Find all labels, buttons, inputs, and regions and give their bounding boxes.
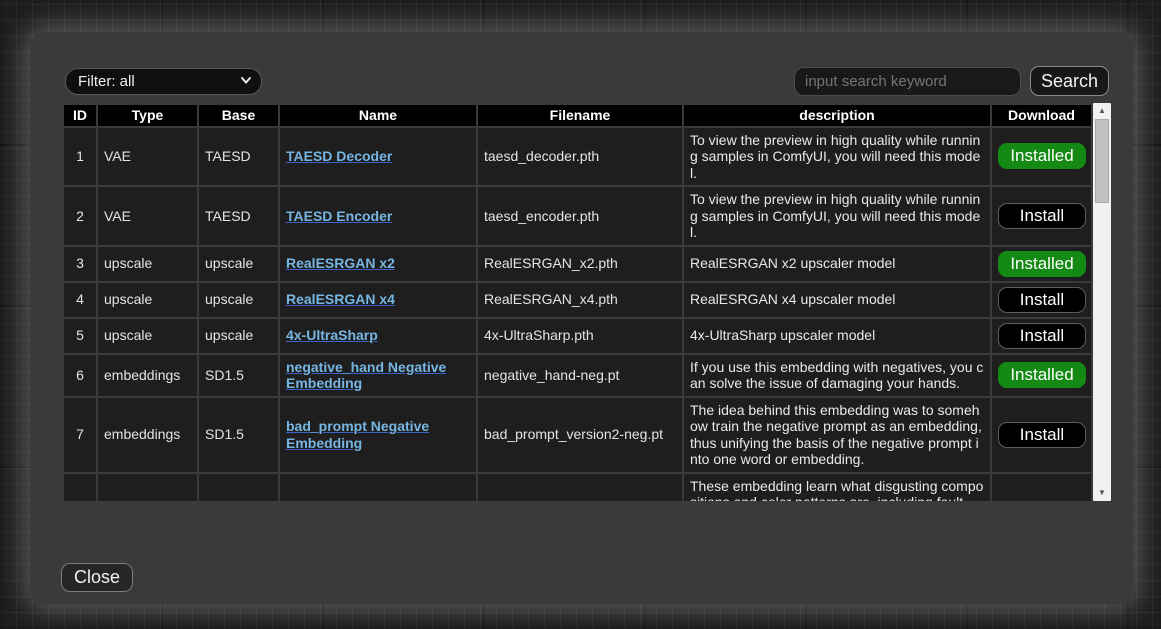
cell-description: 4x-UltraSharp upscaler model bbox=[684, 319, 990, 353]
cell-id: 5 bbox=[64, 319, 96, 353]
cell-download: Install bbox=[992, 187, 1091, 245]
cell-id: 4 bbox=[64, 283, 96, 317]
cell-name: RealESRGAN x4 bbox=[280, 283, 476, 317]
cell-description: RealESRGAN x4 upscaler model bbox=[684, 283, 990, 317]
cell-filename: taesd_encoder.pth bbox=[478, 187, 682, 245]
cell-name: 4x-UltraSharp bbox=[280, 319, 476, 353]
cell-filename: RealESRGAN_x2.pth bbox=[478, 247, 682, 281]
search-button[interactable]: Search bbox=[1030, 66, 1109, 96]
scrollbar-down-arrow-icon[interactable]: ▼ bbox=[1093, 486, 1111, 500]
table-row: 2 VAE TAESD TAESD Encoder taesd_encoder.… bbox=[64, 187, 1091, 245]
cell-filename: RealESRGAN_x4.pth bbox=[478, 283, 682, 317]
close-button[interactable]: Close bbox=[61, 563, 133, 592]
cell-base: SD1.5 bbox=[199, 398, 278, 472]
cell-base: upscale bbox=[199, 283, 278, 317]
table-header-row: ID Type Base Name Filename description D… bbox=[64, 105, 1091, 126]
installed-button[interactable]: Installed bbox=[998, 362, 1086, 388]
model-name-link[interactable]: TAESD Decoder bbox=[286, 148, 392, 164]
cell-filename: bad_prompt_version2-neg.pt bbox=[478, 398, 682, 472]
install-button[interactable]: Install bbox=[998, 323, 1086, 349]
cell-description: These embedding learn what disgusting co… bbox=[684, 474, 990, 501]
cell-base bbox=[199, 474, 278, 501]
col-header-name: Name bbox=[280, 105, 476, 126]
search-input[interactable] bbox=[794, 67, 1021, 96]
cell-id bbox=[64, 474, 96, 501]
cell-description: To view the preview in high quality whil… bbox=[684, 128, 990, 186]
models-table: ID Type Base Name Filename description D… bbox=[62, 103, 1091, 501]
cell-type: upscale bbox=[98, 319, 197, 353]
scrollbar-thumb[interactable] bbox=[1095, 119, 1109, 203]
model-name-link[interactable]: RealESRGAN x2 bbox=[286, 255, 395, 271]
model-name-link[interactable]: RealESRGAN x4 bbox=[286, 291, 395, 307]
cell-name: TAESD Encoder bbox=[280, 187, 476, 245]
cell-name: RealESRGAN x2 bbox=[280, 247, 476, 281]
col-header-download: Download bbox=[992, 105, 1091, 126]
cell-id: 3 bbox=[64, 247, 96, 281]
table-row: 4 upscale upscale RealESRGAN x4 RealESRG… bbox=[64, 283, 1091, 317]
cell-download: Install bbox=[992, 283, 1091, 317]
cell-base: upscale bbox=[199, 319, 278, 353]
filter-select-wrap: Filter: all bbox=[65, 68, 262, 95]
cell-type: upscale bbox=[98, 247, 197, 281]
cell-base: TAESD bbox=[199, 187, 278, 245]
cell-download: Installed bbox=[992, 355, 1091, 396]
model-name-link[interactable]: bad_prompt Negative Embedding bbox=[286, 418, 429, 451]
cell-type: embeddings bbox=[98, 398, 197, 472]
cell-type bbox=[98, 474, 197, 501]
table-row: 5 upscale upscale 4x-UltraSharp 4x-Ultra… bbox=[64, 319, 1091, 353]
cell-filename bbox=[478, 474, 682, 501]
cell-type: upscale bbox=[98, 283, 197, 317]
cell-download bbox=[992, 474, 1091, 501]
cell-id: 1 bbox=[64, 128, 96, 186]
cell-name: bad_prompt Negative Embedding bbox=[280, 398, 476, 472]
cell-name: TAESD Decoder bbox=[280, 128, 476, 186]
installed-button[interactable]: Installed bbox=[998, 251, 1086, 277]
cell-type: VAE bbox=[98, 128, 197, 186]
cell-type: VAE bbox=[98, 187, 197, 245]
model-name-link[interactable]: 4x-UltraSharp bbox=[286, 327, 378, 343]
model-name-link[interactable]: negative_hand Negative Embedding bbox=[286, 359, 446, 392]
cell-filename: 4x-UltraSharp.pth bbox=[478, 319, 682, 353]
cell-type: embeddings bbox=[98, 355, 197, 396]
table-row: 3 upscale upscale RealESRGAN x2 RealESRG… bbox=[64, 247, 1091, 281]
cell-download: Install bbox=[992, 319, 1091, 353]
cell-download: Installed bbox=[992, 128, 1091, 186]
cell-description: RealESRGAN x2 upscaler model bbox=[684, 247, 990, 281]
col-header-type: Type bbox=[98, 105, 197, 126]
col-header-base: Base bbox=[199, 105, 278, 126]
cell-download: Installed bbox=[992, 247, 1091, 281]
cell-id: 6 bbox=[64, 355, 96, 396]
cell-id: 7 bbox=[64, 398, 96, 472]
cell-id: 2 bbox=[64, 187, 96, 245]
cell-description: To view the preview in high quality whil… bbox=[684, 187, 990, 245]
models-table-container: ID Type Base Name Filename description D… bbox=[62, 103, 1091, 501]
model-name-link[interactable]: TAESD Encoder bbox=[286, 208, 392, 224]
table-row: 6 embeddings SD1.5 negative_hand Negativ… bbox=[64, 355, 1091, 396]
cell-download: Install bbox=[992, 398, 1091, 472]
cell-name: negative_hand Negative Embedding bbox=[280, 355, 476, 396]
cell-base: SD1.5 bbox=[199, 355, 278, 396]
table-row: 7 embeddings SD1.5 bad_prompt Negative E… bbox=[64, 398, 1091, 472]
col-header-id: ID bbox=[64, 105, 96, 126]
col-header-description: description bbox=[684, 105, 990, 126]
filter-select[interactable]: Filter: all bbox=[65, 68, 262, 95]
installed-button[interactable]: Installed bbox=[998, 143, 1086, 169]
cell-description: The idea behind this embedding was to so… bbox=[684, 398, 990, 472]
cell-filename: taesd_decoder.pth bbox=[478, 128, 682, 186]
cell-name bbox=[280, 474, 476, 501]
cell-base: upscale bbox=[199, 247, 278, 281]
table-scrollbar[interactable]: ▲ ▼ bbox=[1093, 103, 1111, 501]
table-row: These embedding learn what disgusting co… bbox=[64, 474, 1091, 501]
install-button[interactable]: Install bbox=[998, 422, 1086, 448]
col-header-filename: Filename bbox=[478, 105, 682, 126]
scrollbar-up-arrow-icon[interactable]: ▲ bbox=[1093, 104, 1111, 118]
cell-filename: negative_hand-neg.pt bbox=[478, 355, 682, 396]
install-button[interactable]: Install bbox=[998, 203, 1086, 229]
install-button[interactable]: Install bbox=[998, 287, 1086, 313]
cell-description: If you use this embedding with negatives… bbox=[684, 355, 990, 396]
cell-base: TAESD bbox=[199, 128, 278, 186]
install-models-dialog: Filter: all Search ID Type Base Name Fil… bbox=[30, 32, 1133, 604]
table-row: 1 VAE TAESD TAESD Decoder taesd_decoder.… bbox=[64, 128, 1091, 186]
